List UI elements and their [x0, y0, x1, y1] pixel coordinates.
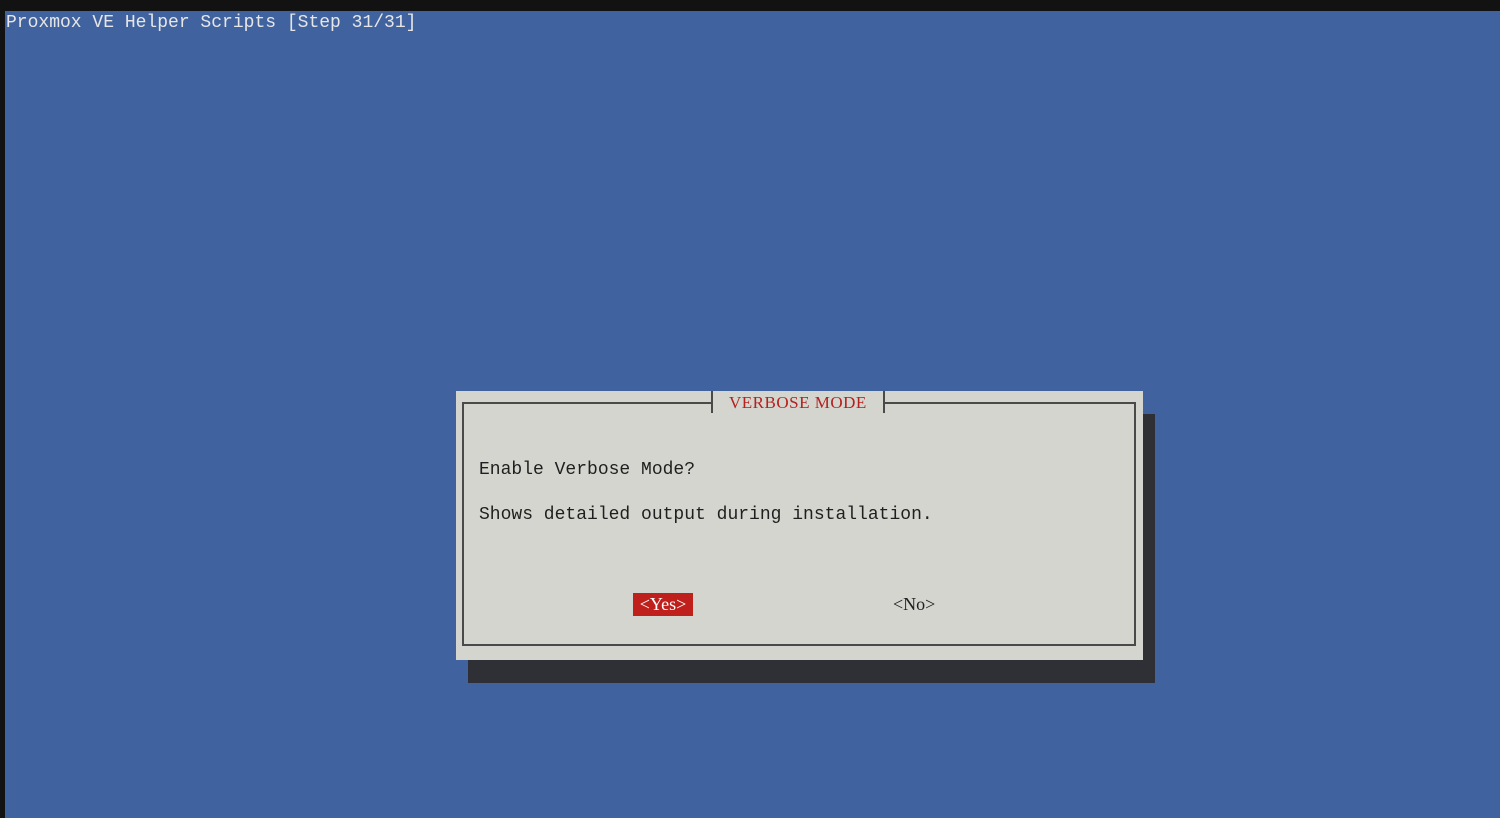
backtitle: Proxmox VE Helper Scripts [Step 31/31]	[6, 13, 417, 33]
dialog-title: VERBOSE MODE	[711, 391, 885, 413]
verbose-mode-dialog: VERBOSE MODE Enable Verbose Mode? Shows …	[456, 391, 1143, 660]
dialog-question: Enable Verbose Mode?	[479, 460, 696, 480]
terminal-screen: Proxmox VE Helper Scripts [Step 31/31] V…	[5, 11, 1500, 818]
yes-button[interactable]: <Yes>	[633, 593, 693, 616]
dialog-description: Shows detailed output during installatio…	[479, 505, 933, 525]
no-button[interactable]: <No>	[893, 593, 935, 616]
